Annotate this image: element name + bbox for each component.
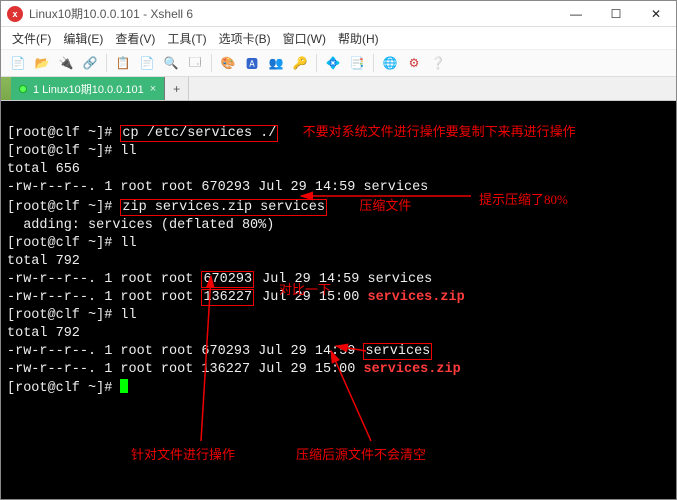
out-row: -rw-r--r--. 1 root root 670293 Jul 29 14… (7, 343, 432, 360)
session-tab-active[interactable]: 1 Linux10期10.0.0.101 × (11, 77, 165, 100)
menubar: 文件(F) 编辑(E) 查看(V) 工具(T) 选项卡(B) 窗口(W) 帮助(… (1, 27, 676, 49)
cmd-cp: cp /etc/services ./ (120, 125, 278, 142)
prompt: [root@clf ~]# (7, 381, 120, 396)
prompt: [root@clf ~]# (7, 200, 120, 215)
settings-icon[interactable]: ⚙ (403, 52, 425, 74)
app-logo-icon: x (7, 6, 23, 22)
tab-add-button[interactable]: + (165, 77, 189, 100)
menu-help[interactable]: 帮助(H) (333, 28, 384, 49)
terminal[interactable]: [root@clf ~]# cp /etc/services ./ 不要对系统文… (1, 101, 676, 499)
copy-icon[interactable]: 📋 (112, 52, 134, 74)
titlebar: x Linux10期10.0.0.101 - Xshell 6 — ☐ ✕ (1, 1, 676, 27)
out-row: -rw-r--r--. 1 root root 136227 Jul 29 15… (7, 362, 461, 377)
session-sidebar-handle[interactable] (1, 77, 11, 100)
cmd-zip: zip services.zip services (120, 199, 327, 216)
tab-label: 1 Linux10期10.0.0.101 (33, 81, 144, 97)
anno-zip: 压缩文件 (359, 198, 411, 213)
key-icon[interactable]: 🔑 (289, 52, 311, 74)
minimize-button[interactable]: — (556, 1, 596, 27)
menu-edit[interactable]: 编辑(E) (58, 28, 108, 49)
prompt: [root@clf ~]# (7, 126, 120, 141)
anno-deflated: 提示压缩了80% (479, 191, 568, 209)
script-icon[interactable]: 📑 (346, 52, 368, 74)
out-line1: -rw-r--r--. 1 root root 670293 Jul 29 14… (7, 180, 428, 195)
toolbar-separator (373, 54, 374, 72)
color-icon[interactable]: 🎨 (217, 52, 239, 74)
out-total2: total 792 (7, 254, 80, 269)
globe-icon[interactable]: 🌐 (379, 52, 401, 74)
prompt: [root@clf ~]# (7, 308, 120, 323)
out-total3: total 792 (7, 326, 80, 341)
menu-tab[interactable]: 选项卡(B) (214, 28, 276, 49)
out-total1: total 656 (7, 162, 80, 177)
cursor-icon (120, 379, 128, 393)
toolbar-separator (106, 54, 107, 72)
cmd-ll3: ll (120, 308, 136, 323)
toolbar: 📄 📂 🔌 🔗 📋 📄 🔍 🗔 🎨 🅰 👥 🔑 💠 📑 🌐 ⚙ ❔ (1, 49, 676, 77)
menu-file[interactable]: 文件(F) (7, 28, 56, 49)
paste-icon[interactable]: 📄 (136, 52, 158, 74)
out-zip-adding: adding: services (deflated 80%) (7, 218, 274, 233)
open-session-icon[interactable]: 📂 (31, 52, 53, 74)
cmd-ll2: ll (120, 236, 136, 251)
find-icon[interactable]: 🔍 (160, 52, 182, 74)
disconnect-icon[interactable]: 🔗 (79, 52, 101, 74)
toolbar-separator (211, 54, 212, 72)
tunnel-icon[interactable]: 💠 (322, 52, 344, 74)
menu-tools[interactable]: 工具(T) (162, 28, 211, 49)
out-row: -rw-r--r--. 1 root root 136227 Jul 29 15… (7, 289, 465, 306)
prompt: [root@clf ~]# (7, 144, 120, 159)
menu-view[interactable]: 查看(V) (110, 28, 160, 49)
maximize-button[interactable]: ☐ (596, 1, 636, 27)
tab-close-icon[interactable]: × (150, 83, 156, 95)
window-title: Linux10期10.0.0.101 - Xshell 6 (29, 5, 556, 22)
close-button[interactable]: ✕ (636, 1, 676, 27)
connection-led-icon (19, 85, 27, 93)
tabbar: 1 Linux10期10.0.0.101 × + (1, 77, 676, 101)
properties-icon[interactable]: 🗔 (184, 52, 206, 74)
cmd-ll: ll (120, 144, 136, 159)
users-icon[interactable]: 👥 (265, 52, 287, 74)
anno-operate: 针对文件进行操作 (131, 446, 235, 464)
anno-copy-first: 不要对系统文件进行操作要复制下来再进行操作 (303, 124, 576, 139)
help-icon[interactable]: ❔ (427, 52, 449, 74)
toolbar-separator (316, 54, 317, 72)
reconnect-icon[interactable]: 🔌 (55, 52, 77, 74)
font-icon[interactable]: 🅰 (241, 52, 263, 74)
menu-window[interactable]: 窗口(W) (278, 28, 331, 49)
out-row: -rw-r--r--. 1 root root 670293 Jul 29 14… (7, 271, 432, 288)
anno-source-kept: 压缩后源文件不会清空 (296, 446, 426, 464)
prompt: [root@clf ~]# (7, 236, 120, 251)
new-session-icon[interactable]: 📄 (7, 52, 29, 74)
window-buttons: — ☐ ✕ (556, 1, 676, 27)
